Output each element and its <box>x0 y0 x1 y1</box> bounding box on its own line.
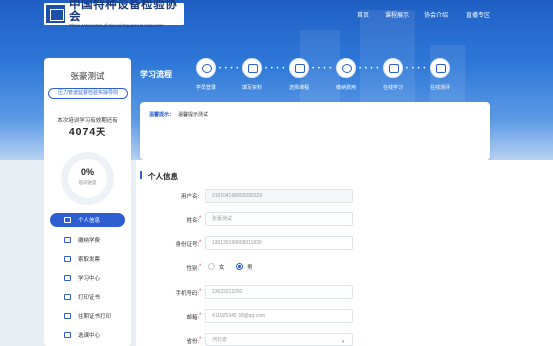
logo-cn: 中国特种设备检验协会 <box>69 0 178 23</box>
logo-emblem-icon <box>46 5 66 23</box>
progress-label: 培训进度 <box>78 180 97 185</box>
step-label: 在线学习 <box>382 85 403 91</box>
step-label: 学员登录 <box>195 85 216 91</box>
step-label: 填写资料 <box>241 85 262 91</box>
required-mark: * <box>199 240 202 246</box>
required-mark: * <box>199 264 202 270</box>
gender-option-male: 男 <box>247 265 253 271</box>
required-mark: * <box>199 216 202 222</box>
nav-home[interactable]: 首页 <box>357 10 369 19</box>
site-logo[interactable]: 中国特种设备检验协会 China Association of Special … <box>44 0 184 28</box>
step-login: 学员登录 <box>186 58 226 91</box>
username-field[interactable]: 010104198909290329 <box>205 189 353 203</box>
gender-radio-female[interactable] <box>208 263 215 270</box>
step-online-study: 在线学习 <box>373 58 413 91</box>
idcard-field[interactable]: 130139199008011830 <box>205 236 353 250</box>
section-title: 个人信息 <box>148 172 178 181</box>
user-pay-icon <box>64 237 71 243</box>
step-circle <box>196 58 216 78</box>
monitor-icon <box>64 275 71 281</box>
gender-option-female: 女 <box>219 265 225 271</box>
name-label: 姓名: <box>186 218 199 224</box>
step-circle <box>289 58 309 78</box>
step-circle <box>336 58 356 78</box>
step-pay: 缴纳费用 <box>326 58 366 91</box>
sidebar-item-study-center[interactable]: 学习中心 <box>50 271 125 285</box>
validity-text: 本次培训学习有效期还有 <box>57 118 118 124</box>
payment-icon <box>342 64 352 73</box>
sidebar-item-print-certificate[interactable]: 打印证书 <box>50 290 125 304</box>
logo-en: China Association of Special Equipment I… <box>69 23 164 28</box>
sidebar-item-label: 缴纳学费 <box>78 238 101 244</box>
monitor-icon <box>389 64 399 73</box>
username-label: 用户名: <box>180 194 199 200</box>
course-icon <box>64 332 71 338</box>
book-icon <box>295 64 305 73</box>
phone-field[interactable]: 13623212292 <box>205 285 353 299</box>
invoice-icon <box>64 256 71 262</box>
step-circle <box>430 58 450 78</box>
sidebar-item-label: 往期证书打印 <box>78 314 112 320</box>
required-mark: * <box>199 289 202 295</box>
name-field[interactable]: 张豪测试 <box>205 212 353 226</box>
province-label: 省份: <box>186 339 199 345</box>
sidebar-item-pay-fees[interactable]: 缴纳学费 <box>50 233 125 247</box>
course-badge[interactable]: 压力管道监督检验实操导则 <box>48 88 128 99</box>
email-label: 邮箱: <box>186 315 199 321</box>
nav-live[interactable]: 直播专区 <box>466 10 490 19</box>
step-label: 选择课程 <box>288 85 309 91</box>
progress-value: 0% <box>80 167 94 177</box>
sidebar-item-personal-info[interactable]: 个人信息 <box>50 213 125 227</box>
email-field[interactable]: 411925345 38@qq.com <box>205 309 353 323</box>
sidebar-item-label: 打印证书 <box>78 295 101 301</box>
notice-label: 温馨提示： <box>149 112 175 118</box>
progress-ring: 0% 培训进度 <box>61 152 114 205</box>
sidebar-item-course-selection[interactable]: 选课中心 <box>50 328 125 342</box>
left-sidebar: 张豪测试 压力管道监督检验实操导则 本次培训学习有效期还有 4074天 0% 培… <box>44 58 131 346</box>
sidebar-item-label: 个人信息 <box>78 218 101 224</box>
user-icon <box>202 64 212 73</box>
step-online-test: 在线测评 <box>420 58 460 91</box>
days-unit: 天 <box>96 127 107 137</box>
step-label: 在线测评 <box>429 85 450 91</box>
gender-label: 性别: <box>186 266 199 272</box>
phone-label: 手机号码: <box>175 291 199 297</box>
top-bar: 中国特种设备检验协会 China Association of Special … <box>0 0 553 28</box>
history-icon <box>64 313 71 319</box>
section-marker <box>140 171 142 179</box>
gender-radio-male[interactable] <box>236 263 243 270</box>
sidebar-item-label: 选课中心 <box>78 333 101 339</box>
province-select[interactable]: 河北省 <box>205 333 353 346</box>
required-mark: * <box>199 313 202 319</box>
sidebar-item-invoice[interactable]: 索取发票 <box>50 252 125 266</box>
edit-icon <box>248 64 258 73</box>
user-name: 张豪测试 <box>70 71 105 81</box>
sidebar-item-label: 学习中心 <box>78 276 101 282</box>
validity-days: 4074天 <box>44 125 131 138</box>
exam-icon <box>436 64 446 73</box>
progress-ring-inner <box>68 159 107 198</box>
nav-about[interactable]: 协会介绍 <box>424 10 448 19</box>
sidebar-item-label: 索取发票 <box>78 257 101 263</box>
step-fill-info: 填写资料 <box>232 58 272 91</box>
notice-text: 温馨提示测试 <box>178 112 209 118</box>
step-circle <box>242 58 262 78</box>
id-card-icon <box>64 217 71 223</box>
required-mark: * <box>199 337 202 343</box>
nav-courses[interactable]: 课程展示 <box>385 10 409 19</box>
days-value: 4074 <box>68 126 97 138</box>
notice-card: 温馨提示： 温馨提示测试 <box>140 102 490 160</box>
idcard-label: 身份证号: <box>175 242 199 248</box>
print-icon <box>64 294 71 300</box>
sidebar-item-past-certificates[interactable]: 往期证书打印 <box>50 309 125 323</box>
step-circle <box>383 58 403 78</box>
chevron-down-icon: ▾ <box>342 339 345 345</box>
step-label: 缴纳费用 <box>335 85 356 91</box>
step-choose-course: 选择课程 <box>279 58 319 91</box>
logo-text: 中国特种设备检验协会 China Association of Special … <box>69 0 184 29</box>
process-title: 学习流程 <box>140 70 172 79</box>
